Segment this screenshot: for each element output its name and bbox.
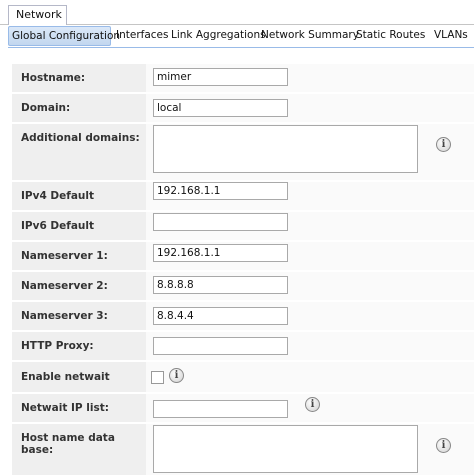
- netwait-ip-field[interactable]: [153, 400, 288, 418]
- subtab-network-summary[interactable]: Network Summary: [258, 26, 362, 46]
- info-icon[interactable]: i: [305, 397, 320, 412]
- subtab-vlans[interactable]: VLANs: [431, 26, 471, 46]
- hostname-row: Hostname:: [12, 64, 474, 92]
- subtab-divider: [8, 47, 474, 48]
- tab-network[interactable]: Network: [8, 5, 67, 25]
- http-proxy-label: HTTP Proxy:: [12, 332, 146, 360]
- subtab-link-aggregations[interactable]: Link Aggregations: [168, 26, 269, 46]
- ipv6-gateway-field[interactable]: [153, 213, 288, 231]
- info-icon[interactable]: i: [436, 137, 451, 152]
- http-proxy-field[interactable]: [153, 337, 288, 355]
- additional-domains-row: Additional domains: i: [12, 124, 474, 180]
- nameserver3-row: Nameserver 3:: [12, 302, 474, 330]
- nameserver1-field[interactable]: [153, 244, 288, 262]
- http-proxy-row: HTTP Proxy:: [12, 332, 474, 360]
- netwait-ip-row: Netwait IP list: i: [12, 394, 474, 422]
- ipv4-gateway-field[interactable]: [153, 182, 288, 200]
- netwait-ip-label: Netwait IP list:: [12, 394, 146, 422]
- domain-row: Domain:: [12, 94, 474, 122]
- ipv4-gateway-label: IPv4 Default Gateway:: [12, 182, 146, 230]
- additional-domains-field[interactable]: [153, 125, 418, 173]
- subtab-global-configuration[interactable]: Global Configuration: [8, 26, 120, 46]
- nameserver2-field[interactable]: [153, 276, 288, 294]
- ipv4-gateway-row: IPv4 Default Gateway:: [12, 182, 474, 230]
- subtab-static-routes[interactable]: Static Routes: [353, 26, 428, 46]
- nameserver1-row: Nameserver 1:: [12, 242, 474, 270]
- netwait-row: Enable netwait feature: i: [12, 362, 474, 413]
- global-configuration-form: Hostname: Domain: Additional domains: i …: [12, 56, 474, 475]
- hosts-db-field[interactable]: [153, 425, 418, 473]
- hosts-db-label: Host name data base:: [12, 424, 146, 475]
- info-icon[interactable]: i: [169, 368, 184, 383]
- subtab-bar: Global Configuration Interfaces Link Agg…: [8, 26, 474, 46]
- nameserver1-label: Nameserver 1:: [12, 242, 146, 270]
- hostname-field[interactable]: [153, 68, 288, 86]
- hostname-label: Hostname:: [12, 64, 146, 92]
- tab-strip-divider: [67, 24, 474, 25]
- hosts-db-row: Host name data base: i: [12, 424, 474, 475]
- subtab-interfaces[interactable]: Interfaces: [113, 26, 171, 46]
- ipv6-gateway-row: IPv6 Default Gateway:: [12, 212, 474, 260]
- tab-strip-divider-left: [0, 24, 8, 25]
- nameserver2-label: Nameserver 2:: [12, 272, 146, 300]
- domain-label: Domain:: [12, 94, 146, 122]
- additional-domains-label: Additional domains:: [12, 124, 146, 180]
- nameserver3-label: Nameserver 3:: [12, 302, 146, 330]
- info-icon[interactable]: i: [436, 438, 451, 453]
- netwait-checkbox[interactable]: [151, 371, 164, 384]
- domain-field[interactable]: [153, 99, 288, 117]
- nameserver3-field[interactable]: [153, 307, 288, 325]
- nameserver2-row: Nameserver 2:: [12, 272, 474, 300]
- netwait-label: Enable netwait feature:: [12, 362, 146, 413]
- ipv6-gateway-label: IPv6 Default Gateway:: [12, 212, 146, 260]
